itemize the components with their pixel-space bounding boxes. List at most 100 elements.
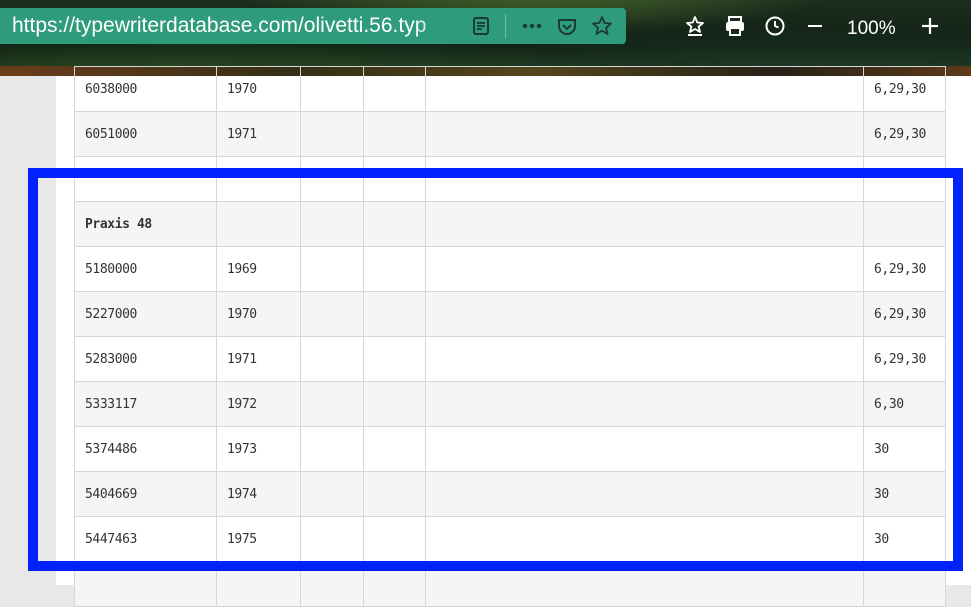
year-cell [216,201,301,247]
blank-cell [363,561,426,607]
blank-cell [300,66,364,112]
table-row: 6038000 1970 6,29,30 [74,66,946,112]
year-cell: 1970 [216,291,301,337]
serial-cell: 5333117 [74,381,217,427]
sources-cell: 30 [863,471,946,517]
year-cell: 1975 [216,516,301,562]
year-cell: 1973 [216,426,301,472]
sources-cell [863,561,946,607]
serial-cell: 5283000 [74,336,217,382]
notes-cell [425,471,864,517]
notes-cell [425,426,864,472]
model-header-row: Praxis 48 [74,201,946,247]
blank-cell [300,381,364,427]
serial-cell: Praxis 48 [74,201,217,247]
blank-cell [300,156,364,202]
sources-cell: 6,30 [863,381,946,427]
history-clock-icon[interactable] [763,14,787,38]
year-cell: 1969 [216,246,301,292]
blank-cell [300,426,364,472]
bookmarks-manager-icon[interactable] [683,14,707,38]
notes-cell [425,201,864,247]
year-cell: 1972 [216,381,301,427]
table-row: 5283000 1971 6,29,30 [74,336,946,382]
notes-cell [425,66,864,112]
table-row [74,561,946,607]
sources-cell: 6,29,30 [863,246,946,292]
table-row: 5374486 1973 30 [74,426,946,472]
blank-cell [363,111,426,157]
table-row: 5227000 1970 6,29,30 [74,291,946,337]
notes-cell [425,111,864,157]
sources-cell: 30 [863,426,946,472]
sources-cell: 6,29,30 [863,111,946,157]
year-cell [216,561,301,607]
table-row [74,156,946,202]
table-row: 5180000 1969 6,29,30 [74,246,946,292]
blank-cell [363,246,426,292]
blank-cell [363,426,426,472]
serial-cell: 5447463 [74,516,217,562]
serial-cell: 6038000 [74,66,217,112]
zoom-level[interactable]: 100% [847,18,896,40]
url-fade [414,8,464,44]
serial-cell [74,561,217,607]
url-text[interactable]: https://typewriterdatabase.com/olivetti.… [12,12,462,40]
zoom-in-icon[interactable] [918,14,942,38]
serial-cell: 6051000 [74,111,217,157]
print-icon[interactable] [723,14,747,38]
year-cell: 1974 [216,471,301,517]
year-cell: 1970 [216,66,301,112]
notes-cell [425,291,864,337]
blank-cell [363,156,426,202]
table-row: 6051000 1971 6,29,30 [74,111,946,157]
table-row: 5333117 1972 6,30 [74,381,946,427]
notes-cell [425,336,864,382]
serial-cell: 5180000 [74,246,217,292]
sources-cell: 6,29,30 [863,336,946,382]
blank-cell [363,381,426,427]
blank-cell [300,516,364,562]
blank-cell [300,201,364,247]
bookmark-star-icon[interactable] [591,15,613,37]
url-separator [505,14,506,38]
blank-cell [363,516,426,562]
sources-cell [863,201,946,247]
year-cell [216,156,301,202]
blank-cell [363,66,426,112]
sources-cell: 6,29,30 [863,66,946,112]
zoom-out-icon[interactable] [803,14,827,38]
notes-cell [425,561,864,607]
blank-cell [363,201,426,247]
table-row: 5447463 1975 30 [74,516,946,562]
blank-cell [300,291,364,337]
blank-cell [300,111,364,157]
year-cell: 1971 [216,336,301,382]
notes-cell [425,156,864,202]
notes-cell [425,381,864,427]
serial-cell: 5404669 [74,471,217,517]
sources-cell: 30 [863,516,946,562]
blank-cell [363,471,426,517]
notes-cell [425,246,864,292]
sources-cell [863,156,946,202]
pocket-icon[interactable] [556,15,578,37]
notes-cell [425,516,864,562]
url-bar[interactable]: https://typewriterdatabase.com/olivetti.… [0,8,626,44]
serial-cell [74,156,217,202]
year-cell: 1971 [216,111,301,157]
serial-cell: 5374486 [74,426,217,472]
blank-cell [300,561,364,607]
table-row: 5404669 1974 30 [74,471,946,517]
serial-cell: 5227000 [74,291,217,337]
sources-cell: 6,29,30 [863,291,946,337]
more-icon[interactable] [521,15,543,37]
browser-toolbar: https://typewriterdatabase.com/olivetti.… [0,0,971,76]
reader-view-icon[interactable] [470,15,492,37]
blank-cell [363,291,426,337]
blank-cell [300,471,364,517]
serial-number-table: 6038000 1970 6,29,30 6051000 1971 6,29,30 Prax… [74,66,946,607]
blank-cell [300,246,364,292]
blank-cell [300,336,364,382]
blank-cell [363,336,426,382]
